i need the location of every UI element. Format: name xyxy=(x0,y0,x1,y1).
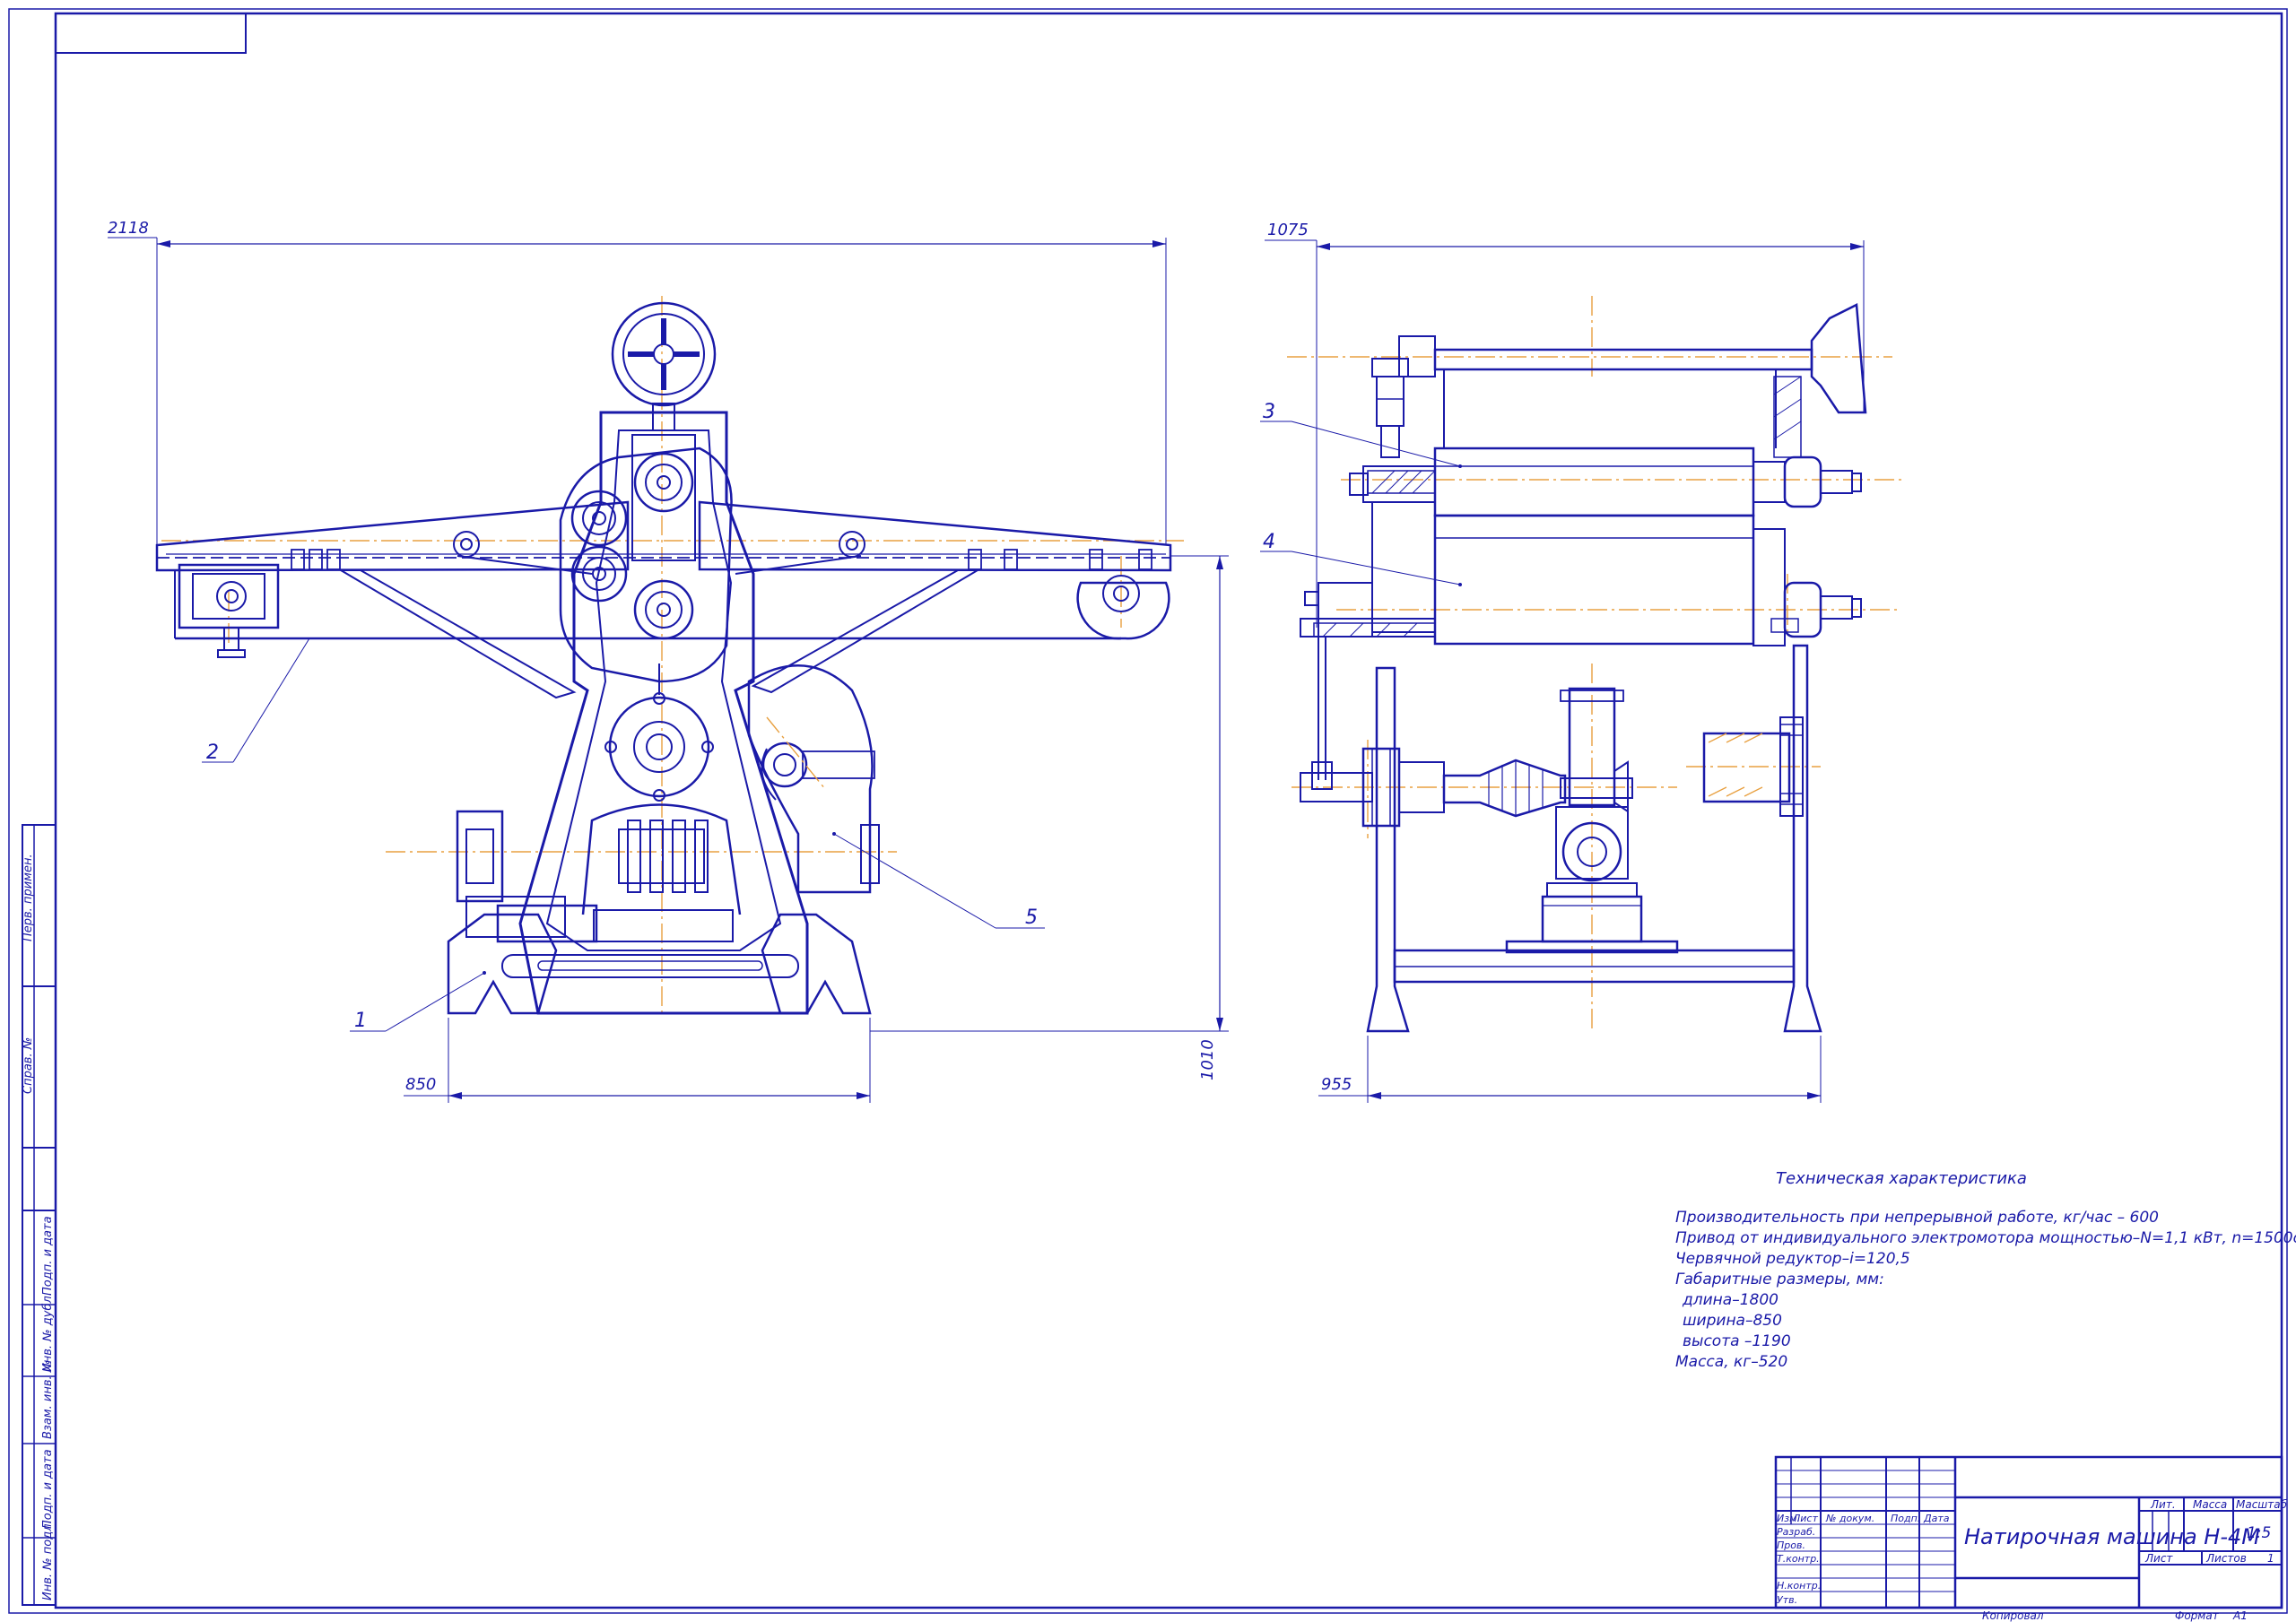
front-view: 2118 850 1010 1 2 5 xyxy=(108,219,1229,1103)
drawing-sheet: Перв. примен. Справ. № Подп. и дата Инв.… xyxy=(8,8,2296,1622)
side-view: 1075 955 3 4 xyxy=(1260,221,1901,1103)
tech-spec-line: длина–1800 xyxy=(1682,1291,1779,1309)
dim-left-total-width: 2118 xyxy=(108,219,149,238)
callout-2: 2 xyxy=(206,742,219,764)
stamp-podp-data-1: Подп. и дата xyxy=(41,1216,55,1296)
tb-row-razrab: Разраб. xyxy=(1777,1526,1815,1538)
dim-right-base-width: 955 xyxy=(1321,1075,1352,1094)
dim-left-height: 1010 xyxy=(1198,1039,1217,1080)
stand-frame xyxy=(1311,637,1822,1033)
tb-list: Лист xyxy=(2144,1552,2173,1565)
tech-spec-line: Производительность при непрерывной работ… xyxy=(1675,1209,2159,1227)
callout-3: 3 xyxy=(1263,401,1275,423)
tb-row-utv: Утв. xyxy=(1777,1594,1797,1606)
tb-row-prov: Пров. xyxy=(1777,1540,1805,1551)
hatched-sections xyxy=(1313,376,1802,638)
side-dimensions: 1075 955 xyxy=(1265,221,1865,1103)
drawing-scale: 1:5 xyxy=(2247,1524,2271,1542)
callout-1: 1 xyxy=(354,1010,367,1032)
copied-by: Копировал xyxy=(1982,1609,2044,1622)
tech-spec-line: Габаритные размеры, мм: xyxy=(1675,1271,1884,1288)
dim-right-total-width: 1075 xyxy=(1267,221,1309,239)
left-gearbox xyxy=(178,563,280,658)
stamp-podp-data-2: Подп. и дата xyxy=(41,1449,55,1529)
tech-spec-line: Червячной редуктор–i=120,5 xyxy=(1675,1250,1910,1268)
callout-4: 4 xyxy=(1263,531,1275,553)
upper-roller xyxy=(1349,447,1862,517)
top-frame xyxy=(1371,303,1867,458)
tb-lit: Лит. xyxy=(2150,1498,2176,1511)
drawing-title: Натирочная машина Н-4М xyxy=(1964,1524,2260,1549)
tech-spec-heading: Техническая характеристика xyxy=(1776,1169,2027,1188)
stamp-sprav-no: Справ. № xyxy=(22,1037,35,1094)
tb-massa: Масса xyxy=(2193,1498,2227,1511)
tb-row-nkontr: Н.контр. xyxy=(1777,1580,1821,1592)
tb-col-docnum: № докум. xyxy=(1825,1513,1874,1524)
tb-row-tkontr: Т.контр. xyxy=(1777,1553,1820,1565)
side-stamp: Перв. примен. Справ. № Подп. и дата Инв.… xyxy=(22,824,57,1606)
tb-col-date: Дата xyxy=(1923,1513,1950,1524)
tech-spec-line: Масса, кг–520 xyxy=(1675,1353,1787,1371)
title-block: Изм. Лист № докум. Подп. Дата Разраб. Пр… xyxy=(1774,1455,2288,1622)
sheet-count: 1 xyxy=(2267,1552,2274,1565)
worm-reducer xyxy=(747,664,880,894)
dim-left-base-width: 850 xyxy=(405,1075,436,1094)
tech-spec-line: высота –1190 xyxy=(1683,1332,1791,1350)
tb-col-list: Лист xyxy=(1792,1513,1818,1524)
stamp-vzam-inv: Взам. инв. № xyxy=(41,1360,55,1439)
right-pulley xyxy=(1076,575,1170,640)
conveyor-belt xyxy=(174,555,1121,640)
stamp-inv-dubl: Инв. № дубл. xyxy=(41,1292,55,1372)
lower-roller xyxy=(1300,501,1862,646)
sheet-frame xyxy=(8,8,2288,1614)
inner-coupling xyxy=(593,820,734,942)
central-frame xyxy=(447,411,872,1015)
format-label: Формат xyxy=(2175,1609,2220,1622)
tech-spec: Техническая характеристика Производитель… xyxy=(1675,1169,2296,1371)
stamp-inv-podl: Инв. № подл. xyxy=(41,1520,55,1600)
drive-hub xyxy=(604,664,714,802)
tb-listov: Листов xyxy=(2205,1552,2247,1565)
front-callouts: 1 2 5 xyxy=(202,638,1045,1032)
callout-5: 5 xyxy=(1025,906,1038,929)
format-value: A1 xyxy=(2232,1609,2248,1622)
stamp-perv-primen: Перв. примен. xyxy=(22,854,35,941)
tb-col-sign: Подп. xyxy=(1891,1513,1920,1524)
tb-masshtab: Масштаб xyxy=(2236,1498,2288,1511)
tech-spec-line: ширина–850 xyxy=(1683,1312,1782,1330)
tech-spec-line: Привод от индивидуального электромотора … xyxy=(1675,1229,2296,1247)
motor xyxy=(456,810,598,943)
